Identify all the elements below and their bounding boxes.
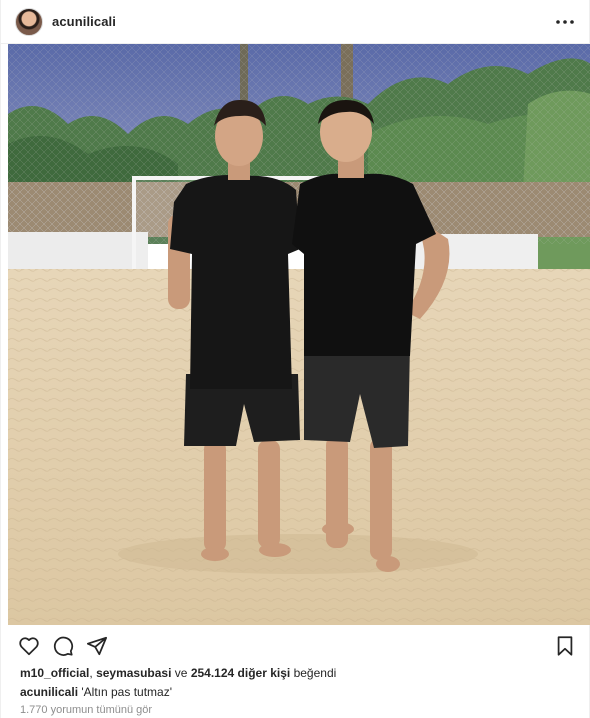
post-username[interactable]: acunilicali <box>52 14 116 29</box>
like-button[interactable] <box>13 630 45 662</box>
instagram-post: acunilicali m10_official, seymasubasi ve… <box>0 0 590 718</box>
post-caption: acunilicali 'Altın pas tutmaz' <box>20 685 172 699</box>
post-photo[interactable] <box>8 44 590 625</box>
liker-link-1[interactable]: m10_official <box>20 666 89 680</box>
more-options-button[interactable] <box>553 10 577 34</box>
more-dots-icon <box>556 19 574 24</box>
share-icon <box>86 636 108 656</box>
beach-photo <box>8 44 590 625</box>
liker-link-2[interactable]: seymasubasi <box>96 666 171 680</box>
share-button[interactable] <box>81 630 113 662</box>
likes-middle: ve <box>174 666 188 680</box>
caption-username[interactable]: acunilicali <box>20 685 78 699</box>
comment-button[interactable] <box>47 630 79 662</box>
likes-separator: , <box>89 666 93 680</box>
likes-count-link[interactable]: 254.124 diğer kişi <box>191 666 290 680</box>
view-all-comments-link[interactable]: 1.770 yorumun tümünü gör <box>20 704 152 716</box>
bookmark-icon <box>557 636 573 656</box>
user-avatar[interactable] <box>15 7 43 36</box>
post-actions-bar <box>1 628 590 664</box>
post-header: acunilicali <box>1 0 590 44</box>
save-button[interactable] <box>549 630 581 662</box>
heart-icon <box>19 637 39 656</box>
likes-summary: m10_official, seymasubasi ve 254.124 diğ… <box>20 666 336 680</box>
likes-suffix: beğendi <box>293 666 337 680</box>
comment-icon <box>53 636 74 656</box>
caption-text: 'Altın pas tutmaz' <box>81 685 172 699</box>
